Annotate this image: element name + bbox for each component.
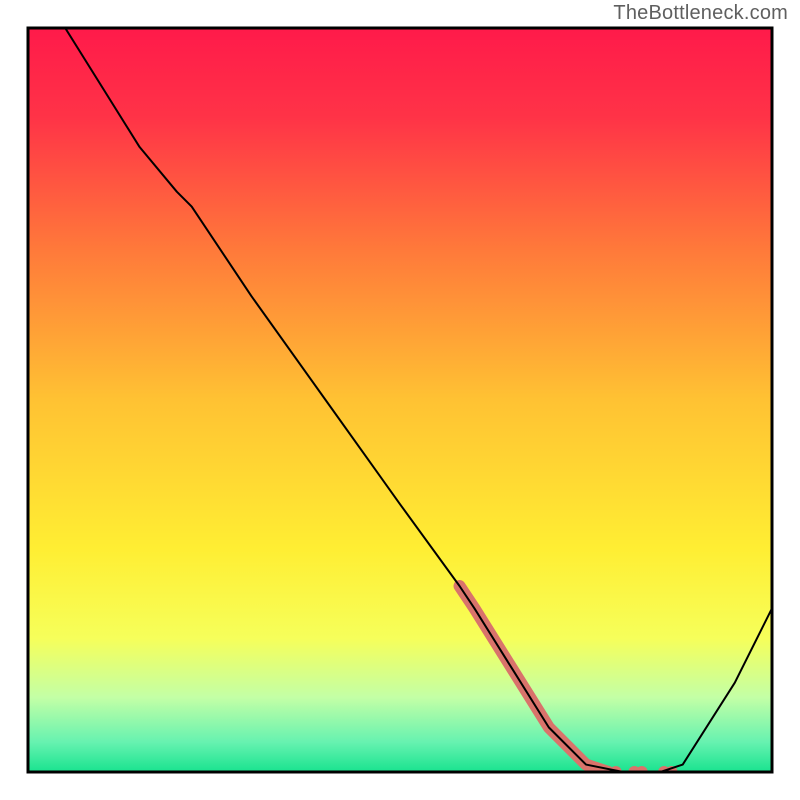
- watermark-text: TheBottleneck.com: [613, 2, 788, 25]
- bottleneck-chart: [0, 0, 800, 800]
- plot-background: [28, 28, 772, 772]
